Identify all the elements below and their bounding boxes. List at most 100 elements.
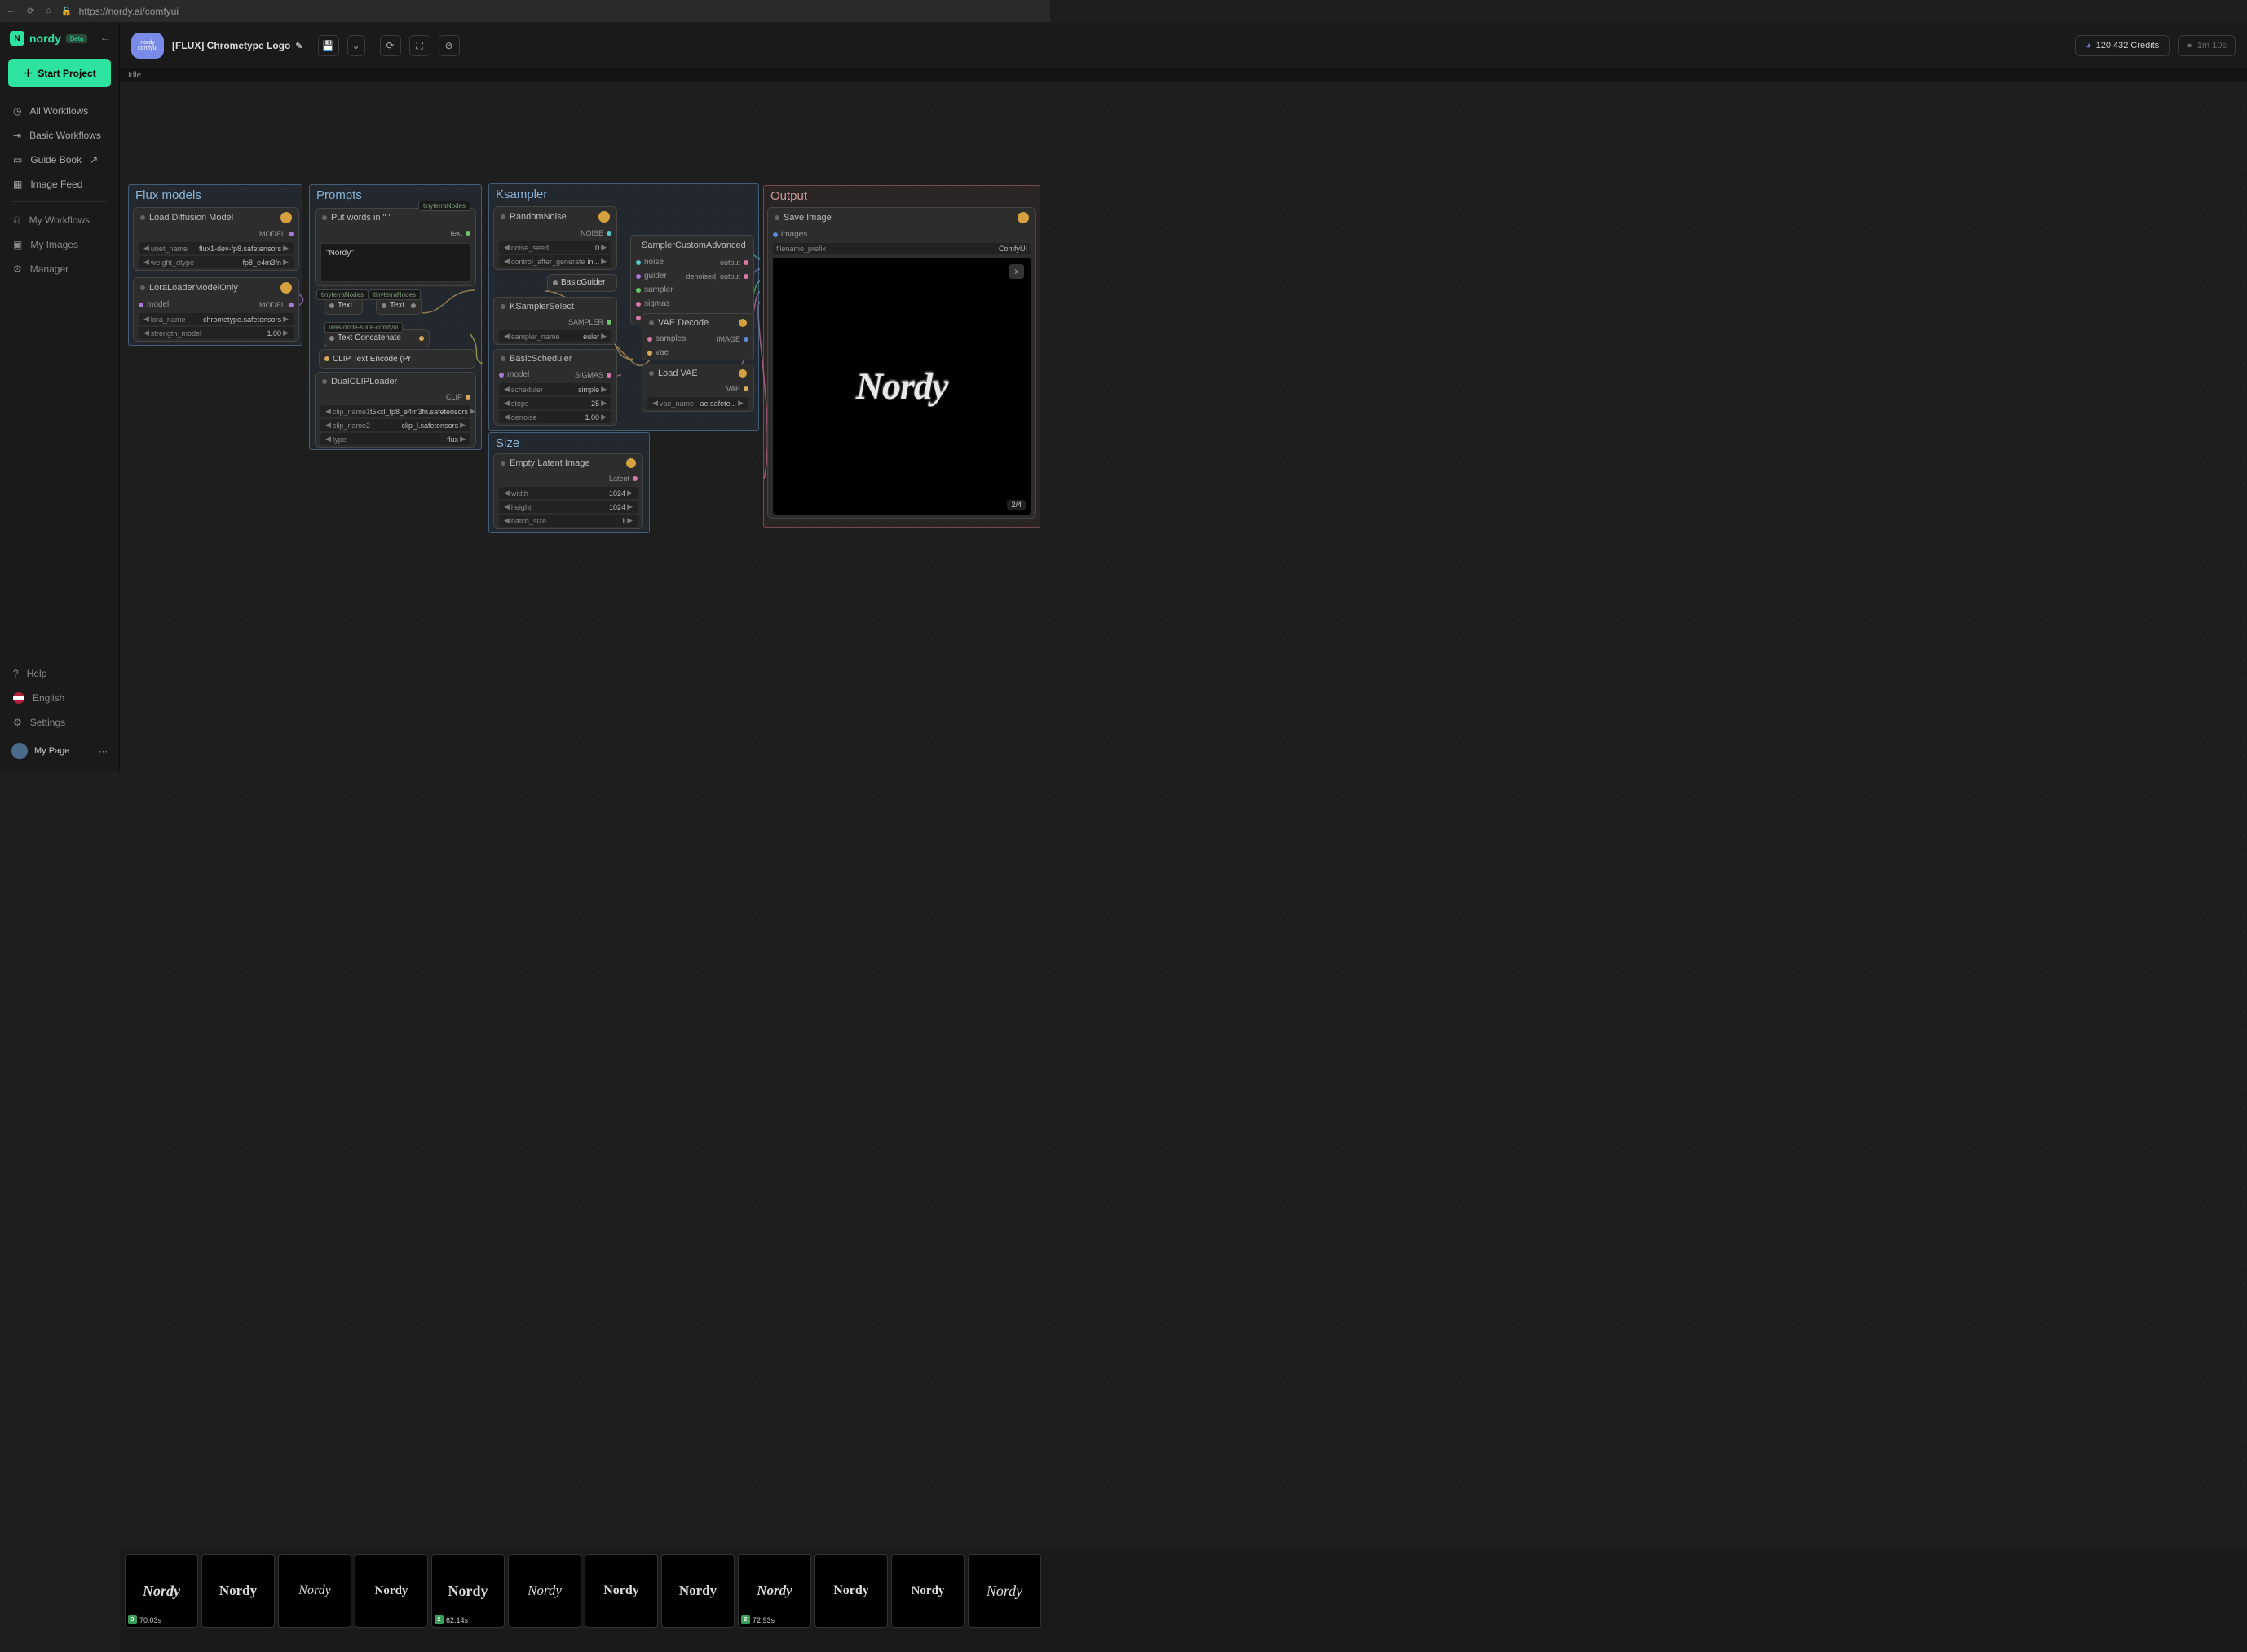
node-basic-scheduler[interactable]: BasicScheduler modelSIGMAS ◀schedulersim… [493,349,617,426]
field-clip-type[interactable]: ◀typeflux▶ [320,433,470,445]
gallery-thumb[interactable]: Nordy370.03s [125,1554,198,1628]
thumb-logo: Nordy [757,1583,792,1599]
home-icon[interactable]: ⌂ [46,6,51,16]
field-denoise[interactable]: ◀denoise1.00▶ [499,411,611,423]
expand-button[interactable]: ⛶ [409,35,430,56]
gallery-thumb[interactable]: Nordy [661,1554,735,1628]
field-ctrl-after[interactable]: ◀control_after_generatein...▶ [499,255,611,267]
node-load-vae[interactable]: Load VAE VAE ◀vae_nameae.safete...▶ [642,364,754,412]
field-weight-dtype[interactable]: ◀weight_dtypefp8_e4m3fn▶ [139,256,294,268]
thumb-logo: Nordy [143,1583,180,1600]
field-height[interactable]: ◀height1024▶ [499,501,638,513]
timer-chip: ● 1m 10s [2178,35,2236,56]
field-lora-name[interactable]: ◀lora_namechrometype.safetensors▶ [139,313,294,325]
field-scheduler[interactable]: ◀schedulersimple▶ [499,383,611,395]
clock-icon: ◷ [13,105,21,117]
gallery-thumb[interactable]: Nordy [814,1554,888,1628]
back-icon[interactable]: ← [7,6,15,16]
node-text-1[interactable]: tinyterraNodes Text [324,297,363,315]
cancel-button[interactable]: ⊘ [439,35,460,56]
gear-icon: ⚙ [13,263,22,275]
settings-icon: ⚙ [13,717,22,728]
credits-chip[interactable]: ◕ 120,432 Credits [2075,35,2170,56]
more-icon[interactable]: ⋯ [99,746,108,757]
thumb-time: 262.14s [435,1615,468,1624]
nav-help[interactable]: ?Help [0,661,119,686]
gallery-thumb[interactable]: Nordy [355,1554,428,1628]
save-button[interactable]: 💾 [318,35,339,56]
browser-bar: ← ⟳ ⌂ 🔒 https://nordy.ai/comfyui [0,0,1050,23]
status-bar: Idle [120,68,2247,82]
collapse-sidebar-icon[interactable]: |← [98,33,109,43]
node-ksampler-select[interactable]: KSamplerSelect SAMPLER ◀sampler_nameeule… [493,297,617,345]
thumb-logo: Nordy [219,1583,257,1599]
thumb-logo: Nordy [603,1584,639,1598]
beta-badge: Beta [66,34,87,43]
field-sampler-name[interactable]: ◀sampler_nameeuler▶ [499,330,611,342]
node-basic-guider[interactable]: BasicGuider [547,274,617,292]
node-canvas[interactable]: Flux models Prompts Ksampler Size Output… [120,82,2247,1549]
prompt-textarea[interactable]: "Nordy" [320,243,470,282]
gallery-thumb[interactable]: Nordy [891,1554,965,1628]
field-steps[interactable]: ◀steps25▶ [499,397,611,409]
node-save-image[interactable]: Save Image images filename_prefixComfyUI… [767,207,1036,519]
edit-title-icon[interactable]: ✎ [295,41,302,51]
node-dualclip[interactable]: DualCLIPLoader CLIP ◀clip_name1t5xxl_fp8… [315,372,476,448]
refresh-button[interactable]: ⟳ [380,35,401,56]
field-unet-name[interactable]: ◀unet_nameflux1-dev-fp8.safetensors▶ [139,242,294,254]
sidebar-footer: ?Help English ⚙Settings My Page ⋯ [0,661,119,772]
branch-icon: ⎌ [13,214,21,226]
gallery-thumb[interactable]: Nordy [508,1554,581,1628]
nav-all-workflows[interactable]: ◷All Workflows [0,99,119,123]
node-text-concat[interactable]: was-node-suite-comfyui Text Concatenate [324,329,430,347]
image-counter: 2/4 [1007,500,1026,510]
node-sampler-custom-advanced[interactable]: SamplerCustomAdvanced noiseoutput guider… [630,235,754,325]
save-dropdown[interactable]: ⌄ [347,35,365,56]
nav-my-workflows[interactable]: ⎌My Workflows [0,207,119,232]
field-clip2[interactable]: ◀clip_name2clip_l.safetensors▶ [320,419,470,431]
nav-manager[interactable]: ⚙Manager [0,257,119,281]
node-empty-latent[interactable]: Empty Latent Image Latent ◀width1024▶ ◀h… [493,453,643,529]
thumb-logo: Nordy [375,1584,408,1598]
field-seed[interactable]: ◀noise_seed0▶ [499,241,611,254]
timer-icon: ● [2187,41,2192,51]
nav-guide-book[interactable]: ▭Guide Book↗ [0,148,119,172]
gallery-thumb[interactable]: Nordy272.93s [738,1554,811,1628]
gallery-thumb[interactable]: Nordy [968,1554,1041,1628]
nav-settings[interactable]: ⚙Settings [0,710,119,735]
node-random-noise[interactable]: RandomNoise NOISE ◀noise_seed0▶ ◀control… [493,206,617,270]
sidebar: N nordy Beta |← ＋ Start Project ◷All Wor… [0,23,120,772]
node-lora-loader[interactable]: LoraLoaderModelOnly modelMODEL ◀lora_nam… [133,277,299,342]
field-clip1[interactable]: ◀clip_name1t5xxl_fp8_e4m3fn.safetensors▶ [320,405,470,417]
start-project-button[interactable]: ＋ Start Project [8,59,111,87]
node-clip-encode[interactable]: CLIP Text Encode (Pr [319,349,475,369]
field-vae-name[interactable]: ◀vae_nameae.safete...▶ [647,397,748,409]
nav-my-images[interactable]: ▣My Images [0,232,119,257]
gallery-strip[interactable]: Nordy370.03sNordyNordyNordyNordy262.14sN… [120,1549,2247,1652]
node-text-2[interactable]: tinyterraNodes Text [376,297,422,315]
cancel-icon: ⊘ [445,40,453,51]
node-load-diffusion[interactable]: Load Diffusion Model MODEL ◀unet_nameflu… [133,207,299,271]
url-bar[interactable]: 🔒 https://nordy.ai/comfyui [61,6,1044,17]
nav-basic-workflows[interactable]: ⇥Basic Workflows [0,123,119,148]
gallery-thumb[interactable]: Nordy [278,1554,351,1628]
node-put-words[interactable]: tinyterraNodes Put words in " " text "No… [315,208,476,286]
output-image-preview[interactable]: x Nordy 2/4 [773,258,1031,515]
gallery-thumb[interactable]: Nordy262.14s [431,1554,505,1628]
reload-icon[interactable]: ⟳ [27,6,34,16]
help-icon: ? [13,668,19,679]
field-width[interactable]: ◀width1024▶ [499,487,638,499]
nav-my-page[interactable]: My Page ⋯ [0,735,119,767]
gallery-thumb[interactable]: Nordy [585,1554,658,1628]
comfyui-icon[interactable]: nordy comfyui [131,33,164,59]
field-batch-size[interactable]: ◀batch_size1▶ [499,515,638,527]
thumb-logo: Nordy [528,1583,562,1599]
close-preview-button[interactable]: x [1009,264,1024,279]
field-filename-prefix[interactable]: filename_prefixComfyUI [773,243,1031,254]
external-link-icon: ↗ [90,154,98,166]
node-vae-decode[interactable]: VAE Decode samplesIMAGE vae [642,313,754,360]
field-strength[interactable]: ◀strength_model1.00▶ [139,327,294,339]
nav-image-feed[interactable]: ▦Image Feed [0,172,119,197]
gallery-thumb[interactable]: Nordy [201,1554,275,1628]
nav-language[interactable]: English [0,686,119,710]
